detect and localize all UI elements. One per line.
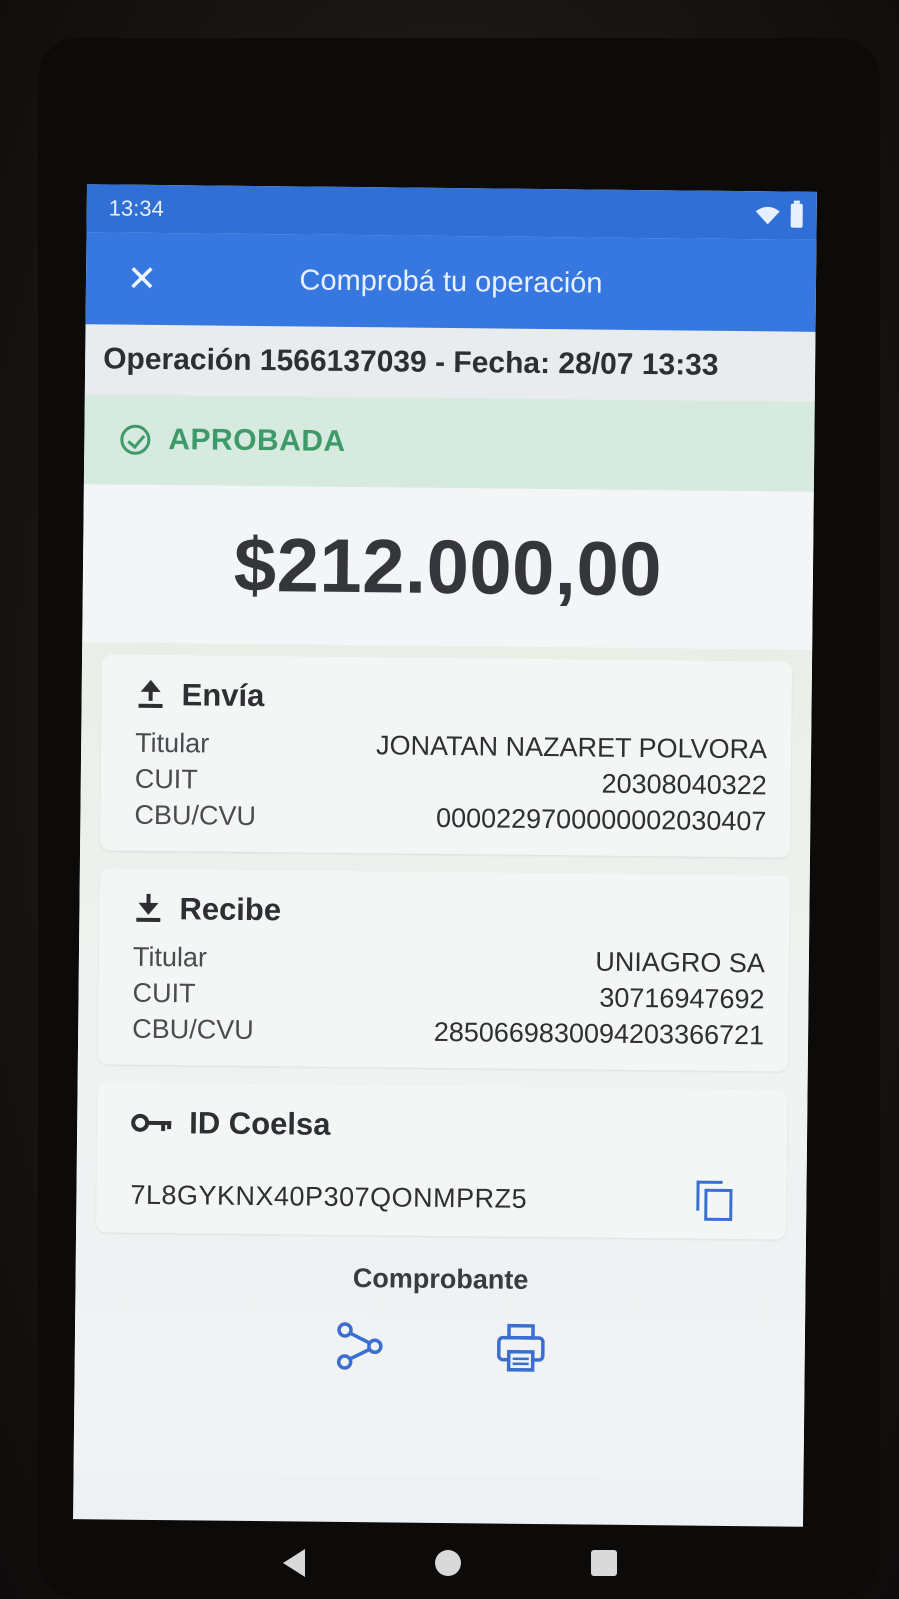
print-icon[interactable]	[495, 1322, 548, 1375]
sender-card: Envía Titular JONATAN NAZARET POLVORA CU…	[100, 654, 793, 858]
check-circle-icon	[120, 424, 151, 455]
upload-icon	[136, 679, 166, 710]
page-title: Comprobá tu operación	[299, 263, 603, 300]
receipt-actions	[95, 1317, 786, 1376]
receiver-value: UNIAGRO SA	[595, 946, 766, 979]
coelsa-id-value: 7L8GYKNX40P307QONMPRZ5	[130, 1179, 528, 1214]
coelsa-title: ID Coelsa	[131, 1105, 763, 1148]
receipt-section: Comprobante	[95, 1260, 786, 1376]
receiver-value: 2850669830094203366721	[433, 1016, 765, 1051]
sender-key: Titular	[135, 727, 210, 759]
coelsa-row: 7L8GYKNX40P307QONMPRZ5	[130, 1175, 762, 1222]
key-icon	[131, 1112, 173, 1134]
download-icon	[133, 893, 163, 924]
sender-key: CBU/CVU	[134, 799, 257, 832]
copy-icon[interactable]	[696, 1180, 733, 1222]
amount-section: $212.000,00	[82, 484, 814, 650]
receiver-title-label: Recibe	[179, 891, 282, 928]
details-content: Envía Titular JONATAN NAZARET POLVORA CU…	[73, 642, 813, 1480]
sender-value: JONATAN NAZARET POLVORA	[375, 730, 768, 765]
status-bar: 13:34	[86, 184, 817, 240]
sender-value: 20308040322	[601, 768, 767, 801]
system-nav-bar	[0, 1526, 899, 1599]
receiver-key: Titular	[132, 941, 208, 973]
sender-title: Envía	[135, 677, 767, 720]
phone-screen: 13:34 ✕ Comprobá tu operación Operación …	[73, 184, 817, 1527]
sender-key: CUIT	[134, 763, 198, 795]
nav-back-icon[interactable]	[282, 1548, 305, 1577]
status-badge: APROBADA	[168, 423, 346, 458]
receiver-key: CUIT	[132, 977, 196, 1009]
status-icons	[755, 203, 803, 228]
receipt-label: Comprobante	[352, 1263, 529, 1295]
receiver-key: CBU/CVU	[132, 1013, 254, 1046]
receiver-row-cbu: CBU/CVU 2850669830094203366721	[132, 1011, 764, 1054]
share-icon[interactable]	[333, 1320, 386, 1373]
receiver-card: Recibe Titular UNIAGRO SA CUIT 307169476…	[97, 868, 790, 1072]
sender-row-cbu: CBU/CVU 0000229700000002030407	[134, 797, 766, 840]
nav-recent-icon[interactable]	[590, 1549, 617, 1576]
transfer-amount: $212.000,00	[233, 522, 663, 612]
status-banner: APROBADA	[83, 394, 815, 492]
battery-icon	[790, 203, 803, 228]
app-bar: ✕ Comprobá tu operación	[85, 232, 817, 332]
coelsa-title-label: ID Coelsa	[189, 1105, 331, 1142]
coelsa-card: ID Coelsa 7L8GYKNX40P307QONMPRZ5	[96, 1082, 788, 1240]
receiver-title: Recibe	[133, 891, 765, 934]
operation-header: Operación 1566137039 - Fecha: 28/07 13:3…	[84, 324, 816, 402]
close-icon[interactable]: ✕	[124, 258, 160, 299]
sender-title-label: Envía	[181, 677, 265, 714]
status-time: 13:34	[108, 195, 164, 222]
sender-value: 0000229700000002030407	[435, 802, 767, 837]
nav-home-icon[interactable]	[434, 1549, 461, 1576]
wifi-icon	[755, 206, 780, 225]
receiver-value: 30716947692	[599, 982, 765, 1015]
